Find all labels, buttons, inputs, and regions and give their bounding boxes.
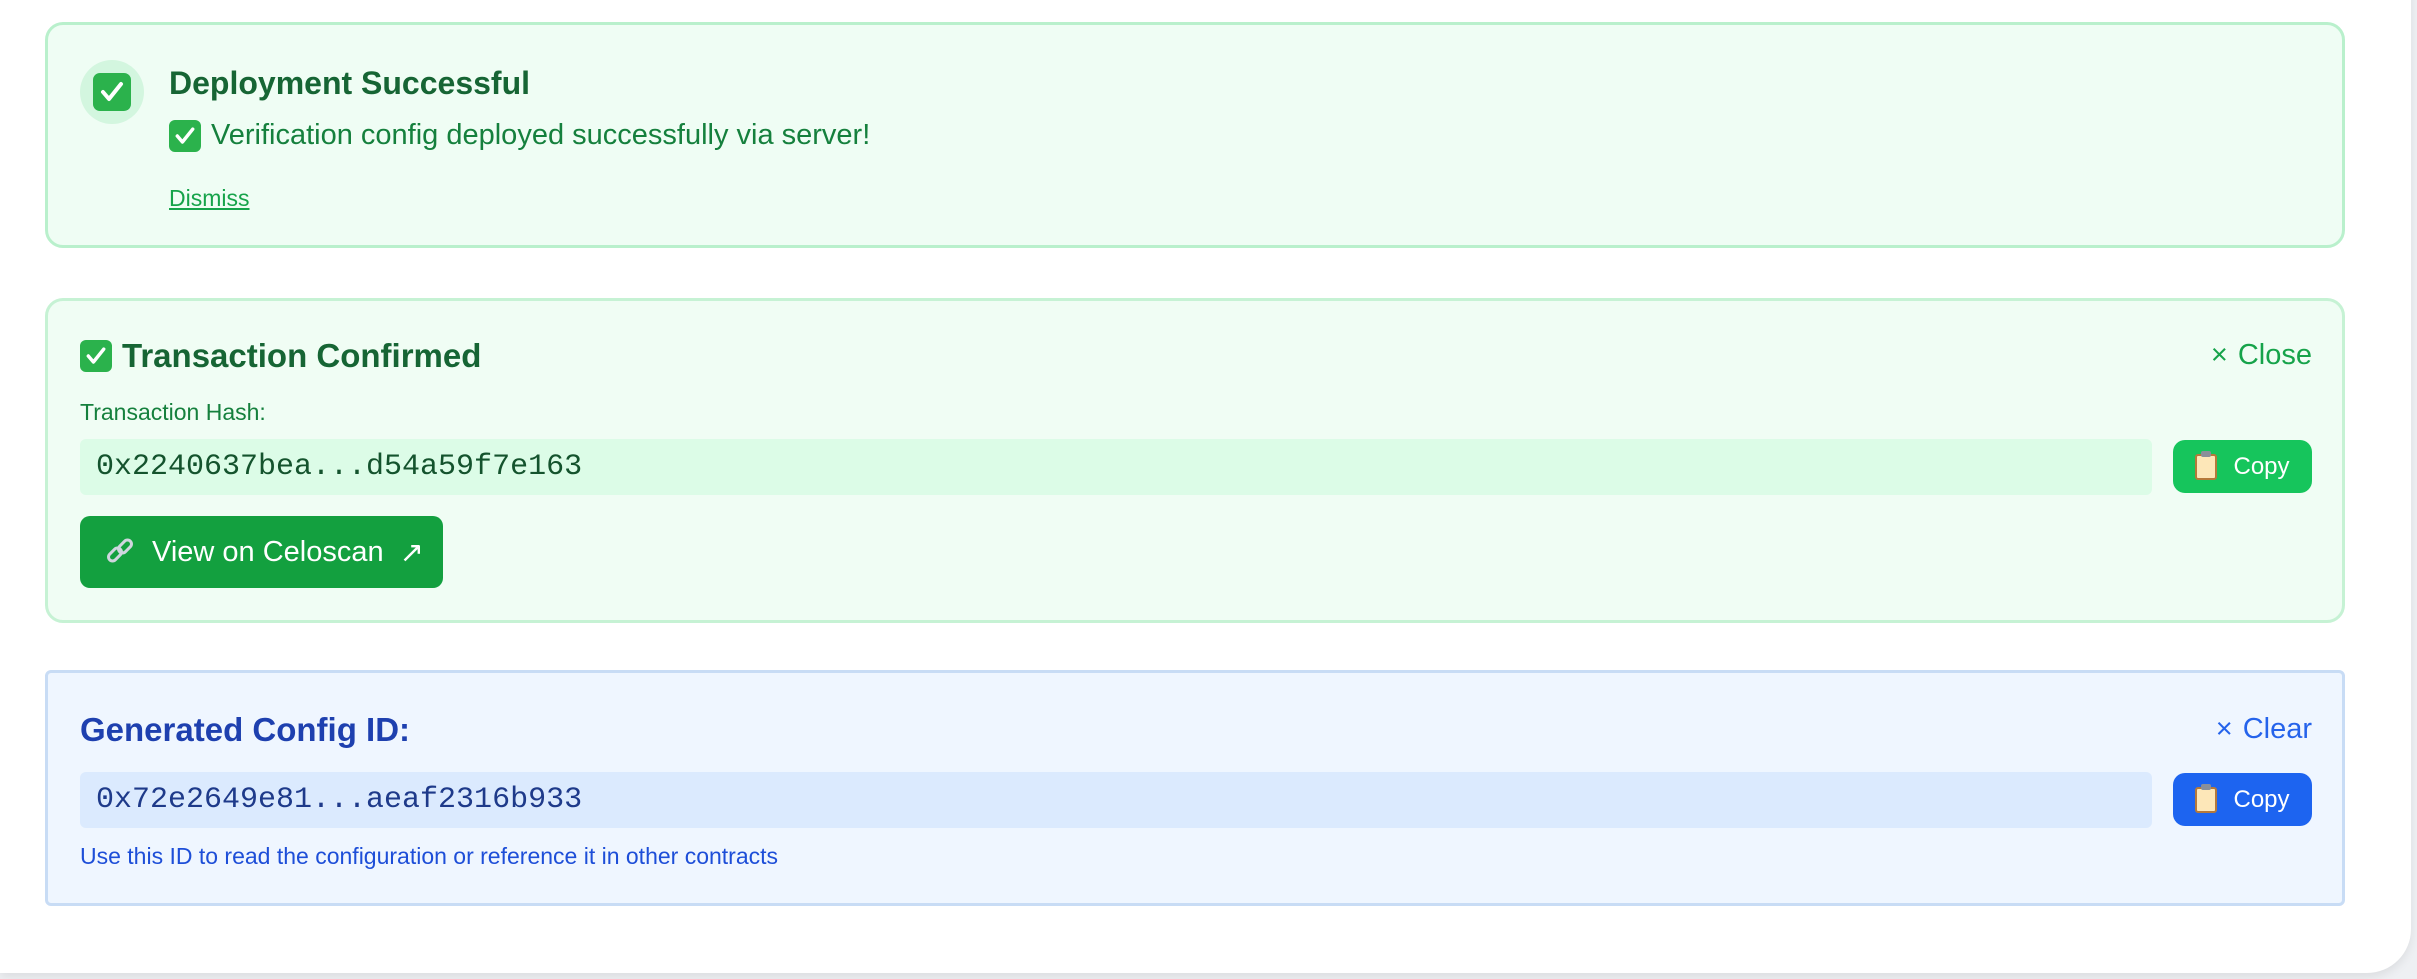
- close-button[interactable]: × Close: [2211, 339, 2312, 372]
- link-icon: [104, 536, 136, 567]
- close-icon: ×: [2215, 713, 2233, 745]
- deployment-message: Verification config deployed successfull…: [211, 119, 871, 151]
- check-box-icon: [80, 340, 112, 372]
- close-icon: ×: [2210, 339, 2228, 371]
- config-hint-text: Use this ID to read the configuration or…: [80, 843, 779, 869]
- transaction-hash-value: 0x2240637bea...d54a59f7e163: [80, 439, 2152, 495]
- dismiss-link[interactable]: Dismiss: [169, 185, 250, 212]
- external-link-icon: ↗: [399, 536, 424, 569]
- deployment-message-row: Verification config deployed successfull…: [169, 119, 870, 152]
- transaction-title: Transaction Confirmed: [122, 337, 482, 374]
- transaction-title-row: Transaction Confirmed: [80, 337, 481, 375]
- view-on-celoscan-button[interactable]: View on Celoscan ↗: [80, 516, 443, 588]
- view-on-celoscan-label: View on Celoscan: [152, 535, 384, 568]
- deployment-success-alert: Deployment Successful Verification confi…: [45, 22, 2345, 248]
- transaction-confirmed-panel: Transaction Confirmed × Close Transactio…: [45, 298, 2345, 623]
- config-title: Generated Config ID:: [80, 711, 411, 748]
- clear-label: Clear: [2242, 713, 2312, 745]
- clear-button[interactable]: × Clear: [2216, 713, 2312, 746]
- clipboard-icon: [2195, 783, 2218, 813]
- copy-config-id-button[interactable]: Copy: [2173, 773, 2312, 826]
- deployment-status-icon-badge: [80, 60, 144, 124]
- check-box-icon: [169, 119, 201, 152]
- check-box-icon: [93, 73, 131, 111]
- transaction-hash-label: Transaction Hash:: [80, 399, 266, 425]
- config-id-value: 0x72e2649e81...aeaf2316b933: [80, 772, 2152, 828]
- copy-label: Copy: [2233, 452, 2290, 480]
- close-label: Close: [2237, 339, 2312, 371]
- deployment-title: Deployment Successful: [169, 65, 530, 101]
- clipboard-icon: [2195, 450, 2218, 480]
- copy-transaction-hash-button[interactable]: Copy: [2173, 440, 2312, 493]
- generated-config-panel: Generated Config ID: × Clear 0x72e2649e8…: [45, 670, 2345, 906]
- copy-label: Copy: [2233, 785, 2290, 813]
